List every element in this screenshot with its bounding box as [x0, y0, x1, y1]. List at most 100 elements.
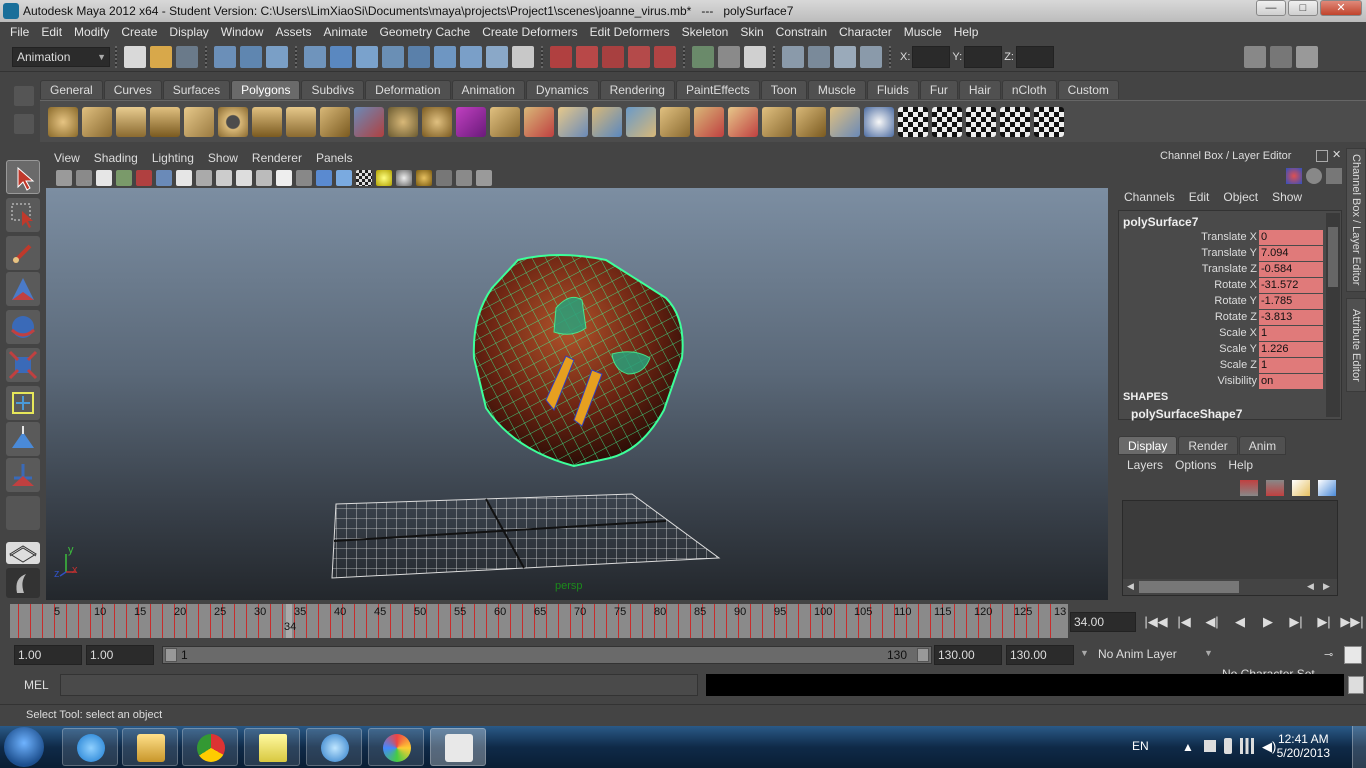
merge-vertices-icon[interactable]: [694, 106, 724, 137]
safe-action-icon[interactable]: [256, 170, 272, 186]
uv-texture-editor-icon[interactable]: [1034, 106, 1064, 137]
textured-icon[interactable]: [356, 170, 372, 186]
shelf-tab-hair[interactable]: Hair: [958, 80, 1001, 99]
attr-row-scale-y[interactable]: Scale Y 1.226: [1119, 342, 1325, 358]
smooth-shade-icon[interactable]: [316, 170, 332, 186]
open-scene-icon[interactable]: [150, 45, 172, 68]
menu-skin[interactable]: Skin: [734, 25, 769, 39]
channels-menu[interactable]: Channels: [1124, 190, 1175, 208]
show-menu[interactable]: Show: [1272, 190, 1302, 208]
close-button[interactable]: ✕: [1320, 0, 1362, 16]
planar-mapping-icon[interactable]: [898, 106, 928, 137]
poly-torus-icon[interactable]: [218, 106, 248, 137]
poly-cube-icon[interactable]: [82, 106, 112, 137]
clock[interactable]: 12:41 AM 5/20/2013: [1277, 732, 1330, 760]
soft-modification-tool-icon[interactable]: [6, 422, 40, 456]
shelf-tab-polygons[interactable]: Polygons: [231, 80, 301, 99]
windows-start-icon[interactable]: [4, 727, 44, 767]
combine-icon[interactable]: [354, 106, 384, 137]
select-component-icon[interactable]: [266, 45, 288, 68]
animation-start-field[interactable]: 1.00: [14, 645, 82, 665]
last-used-tool-icon[interactable]: [6, 496, 40, 530]
automatic-mapping-icon[interactable]: [1000, 106, 1030, 137]
attr-row-scale-x[interactable]: Scale X1: [1119, 326, 1325, 342]
move-layer-up-icon[interactable]: [1240, 480, 1258, 496]
go-to-start-icon[interactable]: |◀◀: [1142, 614, 1170, 630]
select-dynamics-icon[interactable]: [460, 45, 482, 68]
attr-value[interactable]: 1: [1259, 358, 1323, 373]
sticky-notes-taskbar[interactable]: [244, 728, 300, 766]
snap-view-plane-icon[interactable]: [628, 45, 650, 68]
image-plane-icon[interactable]: [116, 170, 132, 186]
poly-cylinder-icon[interactable]: [116, 106, 146, 137]
split-polygon-icon[interactable]: [592, 106, 622, 137]
shelf-tab-muscle[interactable]: Muscle: [807, 80, 866, 99]
ipr-render-icon[interactable]: [834, 45, 856, 68]
itunes-taskbar[interactable]: [306, 728, 362, 766]
anim-layer-dropdown[interactable]: No Anim Layer: [1094, 645, 1196, 665]
history-toggle-icon[interactable]: [744, 45, 766, 68]
viewport-menu-shading[interactable]: Shading: [94, 151, 138, 165]
universal-manipulator-icon[interactable]: [6, 386, 40, 420]
extrude-icon[interactable]: [490, 106, 520, 137]
attr-value[interactable]: 1: [1259, 326, 1323, 341]
select-misc-icon[interactable]: [512, 45, 534, 68]
options-menu[interactable]: Options: [1175, 456, 1216, 476]
select-curves-icon[interactable]: [382, 45, 404, 68]
extract-icon[interactable]: [830, 106, 860, 137]
menu-set-dropdown[interactable]: Animation ▼: [12, 46, 110, 67]
shelf-tabs-menu-icon[interactable]: [14, 86, 34, 106]
construction-history-icon[interactable]: [718, 45, 740, 68]
speed-icon[interactable]: [1306, 168, 1322, 184]
channel-box-scrollbar[interactable]: [1326, 213, 1340, 417]
show-manipulator-icon[interactable]: [6, 458, 40, 492]
object-menu[interactable]: Object: [1223, 190, 1258, 208]
grid-toggle-icon[interactable]: [156, 170, 172, 186]
menu-create[interactable]: Create: [115, 25, 163, 39]
rotate-tool-icon[interactable]: [6, 310, 40, 344]
film-gate-icon[interactable]: [176, 170, 192, 186]
attr-value[interactable]: 1.226: [1259, 342, 1323, 357]
gate-mask-icon[interactable]: [216, 170, 232, 186]
menu-character[interactable]: Character: [833, 25, 898, 39]
attr-row-visibility[interactable]: Visibility on: [1119, 374, 1325, 390]
move-layer-down-icon[interactable]: [1266, 480, 1284, 496]
shelf-tab-rendering[interactable]: Rendering: [599, 80, 675, 99]
cylindrical-mapping-icon[interactable]: [932, 106, 962, 137]
menu-modify[interactable]: Modify: [68, 25, 115, 39]
layers-menu[interactable]: Layers: [1127, 456, 1163, 476]
time-slider[interactable]: 5 10 15 20 25 30 35 40 45 50 55 60 65 70 75 80 85 90 95 100…: [10, 604, 1068, 638]
panel-layout-icon[interactable]: [6, 568, 40, 598]
play-backwards-icon[interactable]: ◀: [1226, 614, 1254, 630]
menu-animate[interactable]: Animate: [317, 25, 373, 39]
shape-node-name[interactable]: polySurfaceShape7: [1131, 407, 1242, 421]
command-input[interactable]: [60, 674, 698, 696]
scale-tool-icon[interactable]: [6, 348, 40, 382]
range-slider-right-handle[interactable]: [917, 648, 929, 662]
attr-row-scale-z[interactable]: Scale Z1: [1119, 358, 1325, 374]
menu-constrain[interactable]: Constrain: [770, 25, 833, 39]
side-tab-channel-box[interactable]: Channel Box / Layer Editor: [1346, 148, 1366, 292]
shelf-tab-deformation[interactable]: Deformation: [365, 80, 451, 99]
menu-file[interactable]: File: [4, 25, 35, 39]
input-output-icon[interactable]: [692, 45, 714, 68]
z-field[interactable]: [1015, 45, 1054, 68]
paint-taskbar[interactable]: [368, 728, 424, 766]
select-hierarchy-icon[interactable]: [214, 45, 236, 68]
wireframe-on-shaded-icon[interactable]: [336, 170, 352, 186]
layout-quick-icon[interactable]: [6, 542, 40, 564]
attr-row-translate-x[interactable]: Translate X0: [1119, 230, 1325, 246]
mel-label[interactable]: MEL: [24, 678, 49, 692]
smooth-icon[interactable]: [422, 106, 452, 137]
menu-create-deformers[interactable]: Create Deformers: [476, 25, 583, 39]
step-back-key-icon[interactable]: ◀|: [1198, 614, 1226, 630]
menu-edit[interactable]: Edit: [35, 25, 68, 39]
tab-render[interactable]: Render: [1178, 436, 1238, 455]
viewport-menu-show[interactable]: Show: [208, 151, 238, 165]
viewport-menu-renderer[interactable]: Renderer: [252, 151, 302, 165]
shelf-tab-curves[interactable]: Curves: [103, 80, 162, 99]
attr-row-rotate-z[interactable]: Rotate Z -3.813: [1119, 310, 1325, 326]
layer-list[interactable]: ◀ ◀ ▶: [1122, 500, 1338, 596]
pick-mask-icon[interactable]: [304, 45, 326, 68]
chrome-taskbar[interactable]: [182, 728, 238, 766]
